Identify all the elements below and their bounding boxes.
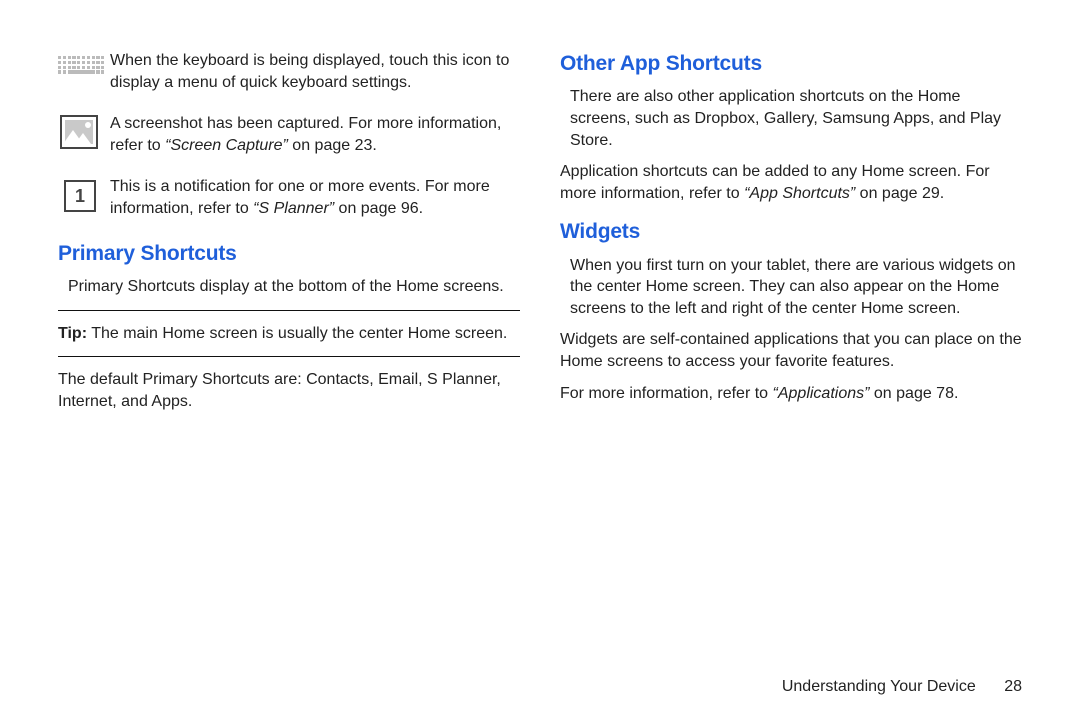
footer-page-number: 28 <box>1004 678 1022 696</box>
screenshot-icon-text: A screenshot has been captured. For more… <box>110 113 520 156</box>
tip-paragraph: Tip: The main Home screen is usually the… <box>58 323 520 345</box>
paragraph-primary-intro: Primary Shortcuts display at the bottom … <box>58 276 520 298</box>
page: When the keyboard is being displayed, to… <box>0 0 1080 720</box>
text-b: on page 78. <box>869 385 958 402</box>
columns: When the keyboard is being displayed, to… <box>58 50 1022 422</box>
screenshot-icon <box>58 113 110 149</box>
tip-label: Tip: <box>58 325 87 342</box>
icon-row-notification: 1 This is a notification for one or more… <box>58 176 520 219</box>
left-column: When the keyboard is being displayed, to… <box>58 50 520 422</box>
ref: “Screen Capture” <box>165 137 288 154</box>
icon-row-keyboard: When the keyboard is being displayed, to… <box>58 50 520 93</box>
text-b: on page 96. <box>334 200 423 217</box>
paragraph-widgets-3: For more information, refer to “Applicat… <box>560 383 1022 405</box>
text: When the keyboard is being displayed, to… <box>110 52 509 91</box>
heading-widgets: Widgets <box>560 218 1022 246</box>
paragraph-other-1: There are also other application shortcu… <box>560 86 1022 151</box>
paragraph-other-2: Application shortcuts can be added to an… <box>560 161 1022 204</box>
footer-section: Understanding Your Device <box>782 678 976 695</box>
ref: “S Planner” <box>253 200 334 217</box>
keyboard-icon <box>58 50 110 74</box>
notification-icon: 1 <box>58 176 110 210</box>
ref: “App Shortcuts” <box>744 185 855 202</box>
paragraph-widgets-1: When you first turn on your tablet, ther… <box>560 255 1022 320</box>
icon-row-screenshot: A screenshot has been captured. For more… <box>58 113 520 156</box>
notification-icon-text: This is a notification for one or more e… <box>110 176 520 219</box>
heading-other-app-shortcuts: Other App Shortcuts <box>560 50 1022 78</box>
notification-badge-text: 1 <box>75 184 85 208</box>
ref: “Applications” <box>773 385 870 402</box>
page-footer: Understanding Your Device 28 <box>782 678 1022 696</box>
text-a: For more information, refer to <box>560 385 773 402</box>
paragraph-primary-default: The default Primary Shortcuts are: Conta… <box>58 369 520 412</box>
text-b: on page 23. <box>288 137 377 154</box>
text-b: on page 29. <box>855 185 944 202</box>
right-column: Other App Shortcuts There are also other… <box>560 50 1022 422</box>
keyboard-icon-text: When the keyboard is being displayed, to… <box>110 50 520 93</box>
heading-primary-shortcuts: Primary Shortcuts <box>58 240 520 268</box>
divider <box>58 356 520 357</box>
tip-text: The main Home screen is usually the cent… <box>87 325 507 342</box>
divider <box>58 310 520 311</box>
paragraph-widgets-2: Widgets are self-contained applications … <box>560 329 1022 372</box>
